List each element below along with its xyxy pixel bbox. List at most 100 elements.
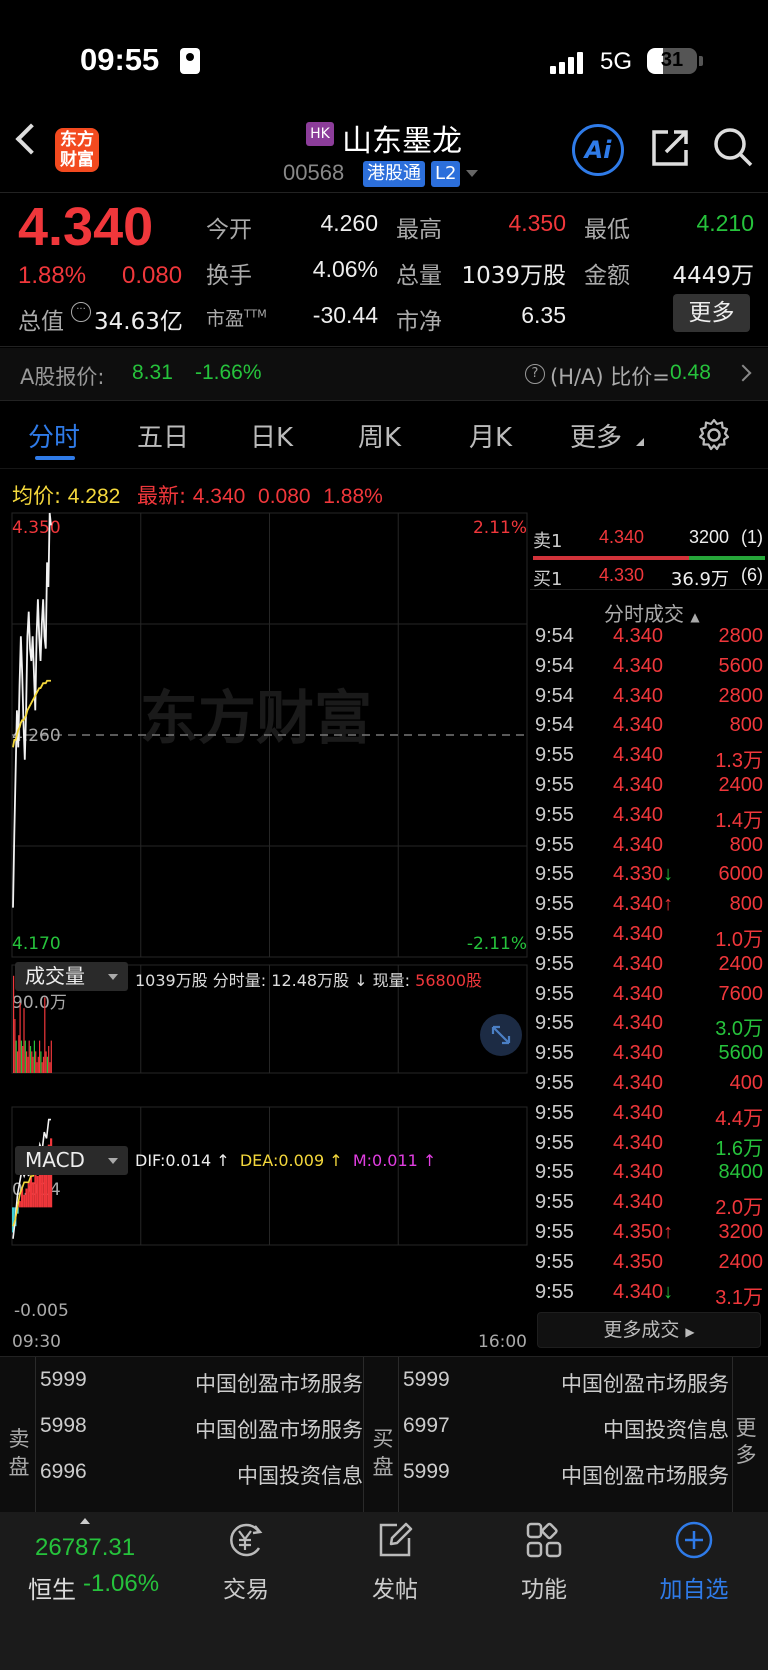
volume-bar	[24, 1040, 26, 1073]
tick-row: 9:54 4.340 5600	[535, 655, 763, 685]
broker-id: 6997	[403, 1414, 450, 1437]
buy-volume: 36.9万	[670, 569, 729, 590]
contact-card-icon	[180, 48, 200, 74]
macd-axis-min: -0.005	[14, 1301, 69, 1321]
more-ticks-button[interactable]: 更多成交 ▶	[537, 1312, 761, 1348]
tick-price: 4.340	[613, 684, 664, 707]
tick-row: 9:55 4.340 7600	[535, 983, 763, 1013]
macd-bar	[23, 1194, 26, 1208]
ha-ratio-value: 0.48	[670, 361, 711, 384]
tab-five-day[interactable]: 五日	[137, 417, 189, 454]
sell-broker-row: 5998 中国创盈市场服务	[40, 1414, 363, 1444]
pe-label-text: 市盈	[206, 308, 245, 330]
tick-time: 9:55	[535, 982, 574, 1005]
volume-bar	[45, 1051, 47, 1073]
volume-bar	[44, 997, 46, 1073]
tick-volume: 1.4万	[715, 809, 763, 832]
gear-icon[interactable]	[697, 418, 731, 456]
more-dots-icon[interactable]: ···	[71, 302, 91, 322]
tick-price: 4.340	[613, 1131, 664, 1154]
tick-volume: 5600	[718, 1042, 764, 1065]
volume-info-text: 1039万股 分时量: 12.48万股 ↓ 现量:	[135, 971, 416, 990]
turnover-label: 换手	[206, 263, 252, 289]
tick-time: 9:55	[535, 923, 574, 945]
volume-bar	[33, 1040, 35, 1073]
chevron-down-icon[interactable]	[466, 170, 478, 177]
apps-icon[interactable]	[524, 1520, 564, 1564]
tab-more[interactable]: 更多	[570, 417, 622, 454]
help-icon[interactable]: ?	[525, 364, 545, 384]
macd-bar	[41, 1169, 44, 1208]
tick-volume: 1.0万	[715, 929, 763, 951]
volume-bar	[26, 1051, 28, 1073]
nav-post[interactable]: 发帖	[335, 1570, 455, 1604]
tab-monthly-k[interactable]: 月K	[469, 417, 512, 454]
caret-up-icon[interactable]	[80, 1518, 90, 1524]
tab-weekly-k[interactable]: 周K	[358, 417, 401, 454]
ticks-title-text: 分时成交	[604, 602, 684, 626]
ticks-title[interactable]: 分时成交 ▲	[604, 598, 700, 627]
high-label: 最高	[396, 217, 442, 243]
nav-trade[interactable]: 交易	[186, 1570, 306, 1604]
caret-icon	[636, 438, 644, 446]
info-change: 0.080	[258, 485, 311, 508]
expand-icon[interactable]	[480, 1014, 522, 1056]
tick-time: 9:55	[535, 1280, 574, 1303]
volume-bar	[22, 1046, 24, 1073]
post-icon[interactable]	[375, 1520, 415, 1564]
ai-button[interactable]: Ai	[572, 124, 624, 176]
search-icon[interactable]	[712, 126, 754, 172]
tick-time: 9:54	[535, 654, 574, 677]
hang-seng-change[interactable]: -1.06%	[83, 1570, 159, 1598]
tick-row: 9:55 4.340 8400	[535, 1161, 763, 1191]
nav-functions[interactable]: 功能	[484, 1570, 604, 1604]
tick-price: 4.340	[613, 1042, 664, 1065]
tab-intraday[interactable]: 分时	[28, 417, 80, 454]
broker-id: 5999	[403, 1368, 450, 1391]
tick-price: 4.340↑	[613, 893, 674, 916]
avg-value: 4.282	[67, 485, 121, 508]
volume-indicator-select[interactable]: 成交量	[15, 962, 128, 991]
share-icon[interactable]	[650, 128, 690, 172]
tick-row: 9:54 4.340 2800	[535, 625, 763, 655]
tick-price: 4.340	[613, 744, 664, 767]
low-label: 最低	[584, 217, 630, 243]
volume-info: 1039万股 分时量: 12.48万股 ↓ 现量: 56800股	[135, 967, 482, 991]
pe-value: -30.44	[312, 302, 378, 328]
broker-more-button[interactable]: 更多	[735, 1415, 757, 1469]
tick-price: 4.350	[613, 1250, 664, 1273]
volume-bar	[46, 1056, 48, 1073]
tick-row: 9:55 4.340 4.4万	[535, 1102, 763, 1132]
intraday-chart[interactable]: 东方财富 4.350 4.260 4.170 2.11% -2.11% 90.0…	[0, 510, 530, 1350]
hang-seng-value[interactable]: 26787.31	[35, 1534, 135, 1562]
a-share-label: A股报价:	[20, 365, 105, 389]
tick-price: 4.340↓	[613, 1280, 674, 1303]
last-value: 4.340	[192, 485, 246, 508]
buy-broker-row: 5999 中国创盈市场服务	[403, 1460, 729, 1490]
tick-volume: 400	[729, 1072, 763, 1094]
tab-daily-k[interactable]: 日K	[250, 417, 293, 454]
divider	[35, 1357, 36, 1512]
nav-add-watchlist[interactable]: 加自选	[634, 1570, 754, 1604]
level-badge[interactable]: L2	[431, 161, 461, 187]
last-label: 最新:	[137, 484, 187, 508]
chart-grid	[11, 512, 528, 1246]
add-watchlist-icon[interactable]	[673, 1519, 715, 1565]
tick-price: 4.340	[613, 774, 664, 796]
macd-indicator-select[interactable]: MACD	[15, 1146, 128, 1175]
macd-bar	[34, 1169, 37, 1208]
volume-bar	[29, 1046, 32, 1073]
tick-price: 4.340	[613, 654, 664, 677]
hang-seng-name[interactable]: 恒生	[28, 1570, 76, 1605]
broker-name: 中国创盈市场服务	[561, 1464, 729, 1488]
buy-broker-row: 5999 中国创盈市场服务	[403, 1368, 729, 1398]
sell-volume: 3200	[688, 527, 729, 547]
trade-icon[interactable]	[225, 1520, 267, 1564]
more-button[interactable]: 更多	[673, 294, 750, 332]
turnover-value: 4.06%	[312, 256, 378, 282]
broker-name: 中国创盈市场服务	[195, 1418, 363, 1442]
change-amount: 0.080	[122, 262, 183, 289]
back-icon[interactable]	[15, 123, 47, 155]
tick-price: 4.340	[613, 1101, 664, 1124]
tick-volume: 2.0万	[715, 1197, 763, 1220]
